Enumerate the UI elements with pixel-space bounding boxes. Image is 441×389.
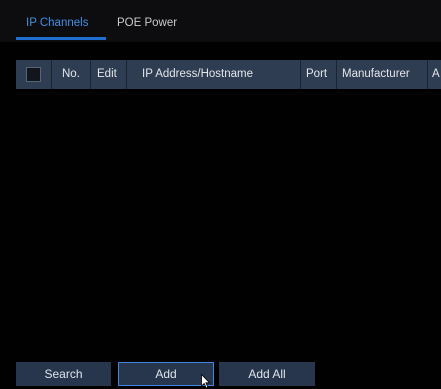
mouse-pointer-icon <box>201 374 211 389</box>
column-divider <box>427 60 428 89</box>
column-header-ip-address: IP Address/Hostname <box>142 68 254 80</box>
search-button[interactable]: Search <box>16 362 111 386</box>
column-divider <box>126 60 127 89</box>
column-header-truncated: A <box>432 68 440 80</box>
active-tab-indicator <box>16 37 106 40</box>
add-all-button[interactable]: Add All <box>219 362 315 386</box>
ip-channels-page: IP Channels POE Power No. Edit IP Addres… <box>0 0 441 389</box>
tab-poe-power[interactable]: POE Power <box>117 14 177 32</box>
channel-table-body <box>16 89 441 354</box>
channel-table-header: No. Edit IP Address/Hostname Port Manufa… <box>16 60 441 89</box>
column-header-edit: Edit <box>97 68 117 80</box>
column-header-port: Port <box>306 68 328 80</box>
tab-bar: IP Channels POE Power <box>0 0 441 42</box>
add-button[interactable]: Add <box>118 362 214 386</box>
column-divider <box>300 60 301 89</box>
tab-ip-channels[interactable]: IP Channels <box>26 14 88 32</box>
column-divider <box>51 60 52 89</box>
column-divider <box>90 60 91 89</box>
select-all-checkbox[interactable] <box>26 67 41 82</box>
column-divider <box>336 60 337 89</box>
column-header-manufacturer: Manufacturer <box>342 68 410 80</box>
column-header-no: No. <box>62 68 80 80</box>
